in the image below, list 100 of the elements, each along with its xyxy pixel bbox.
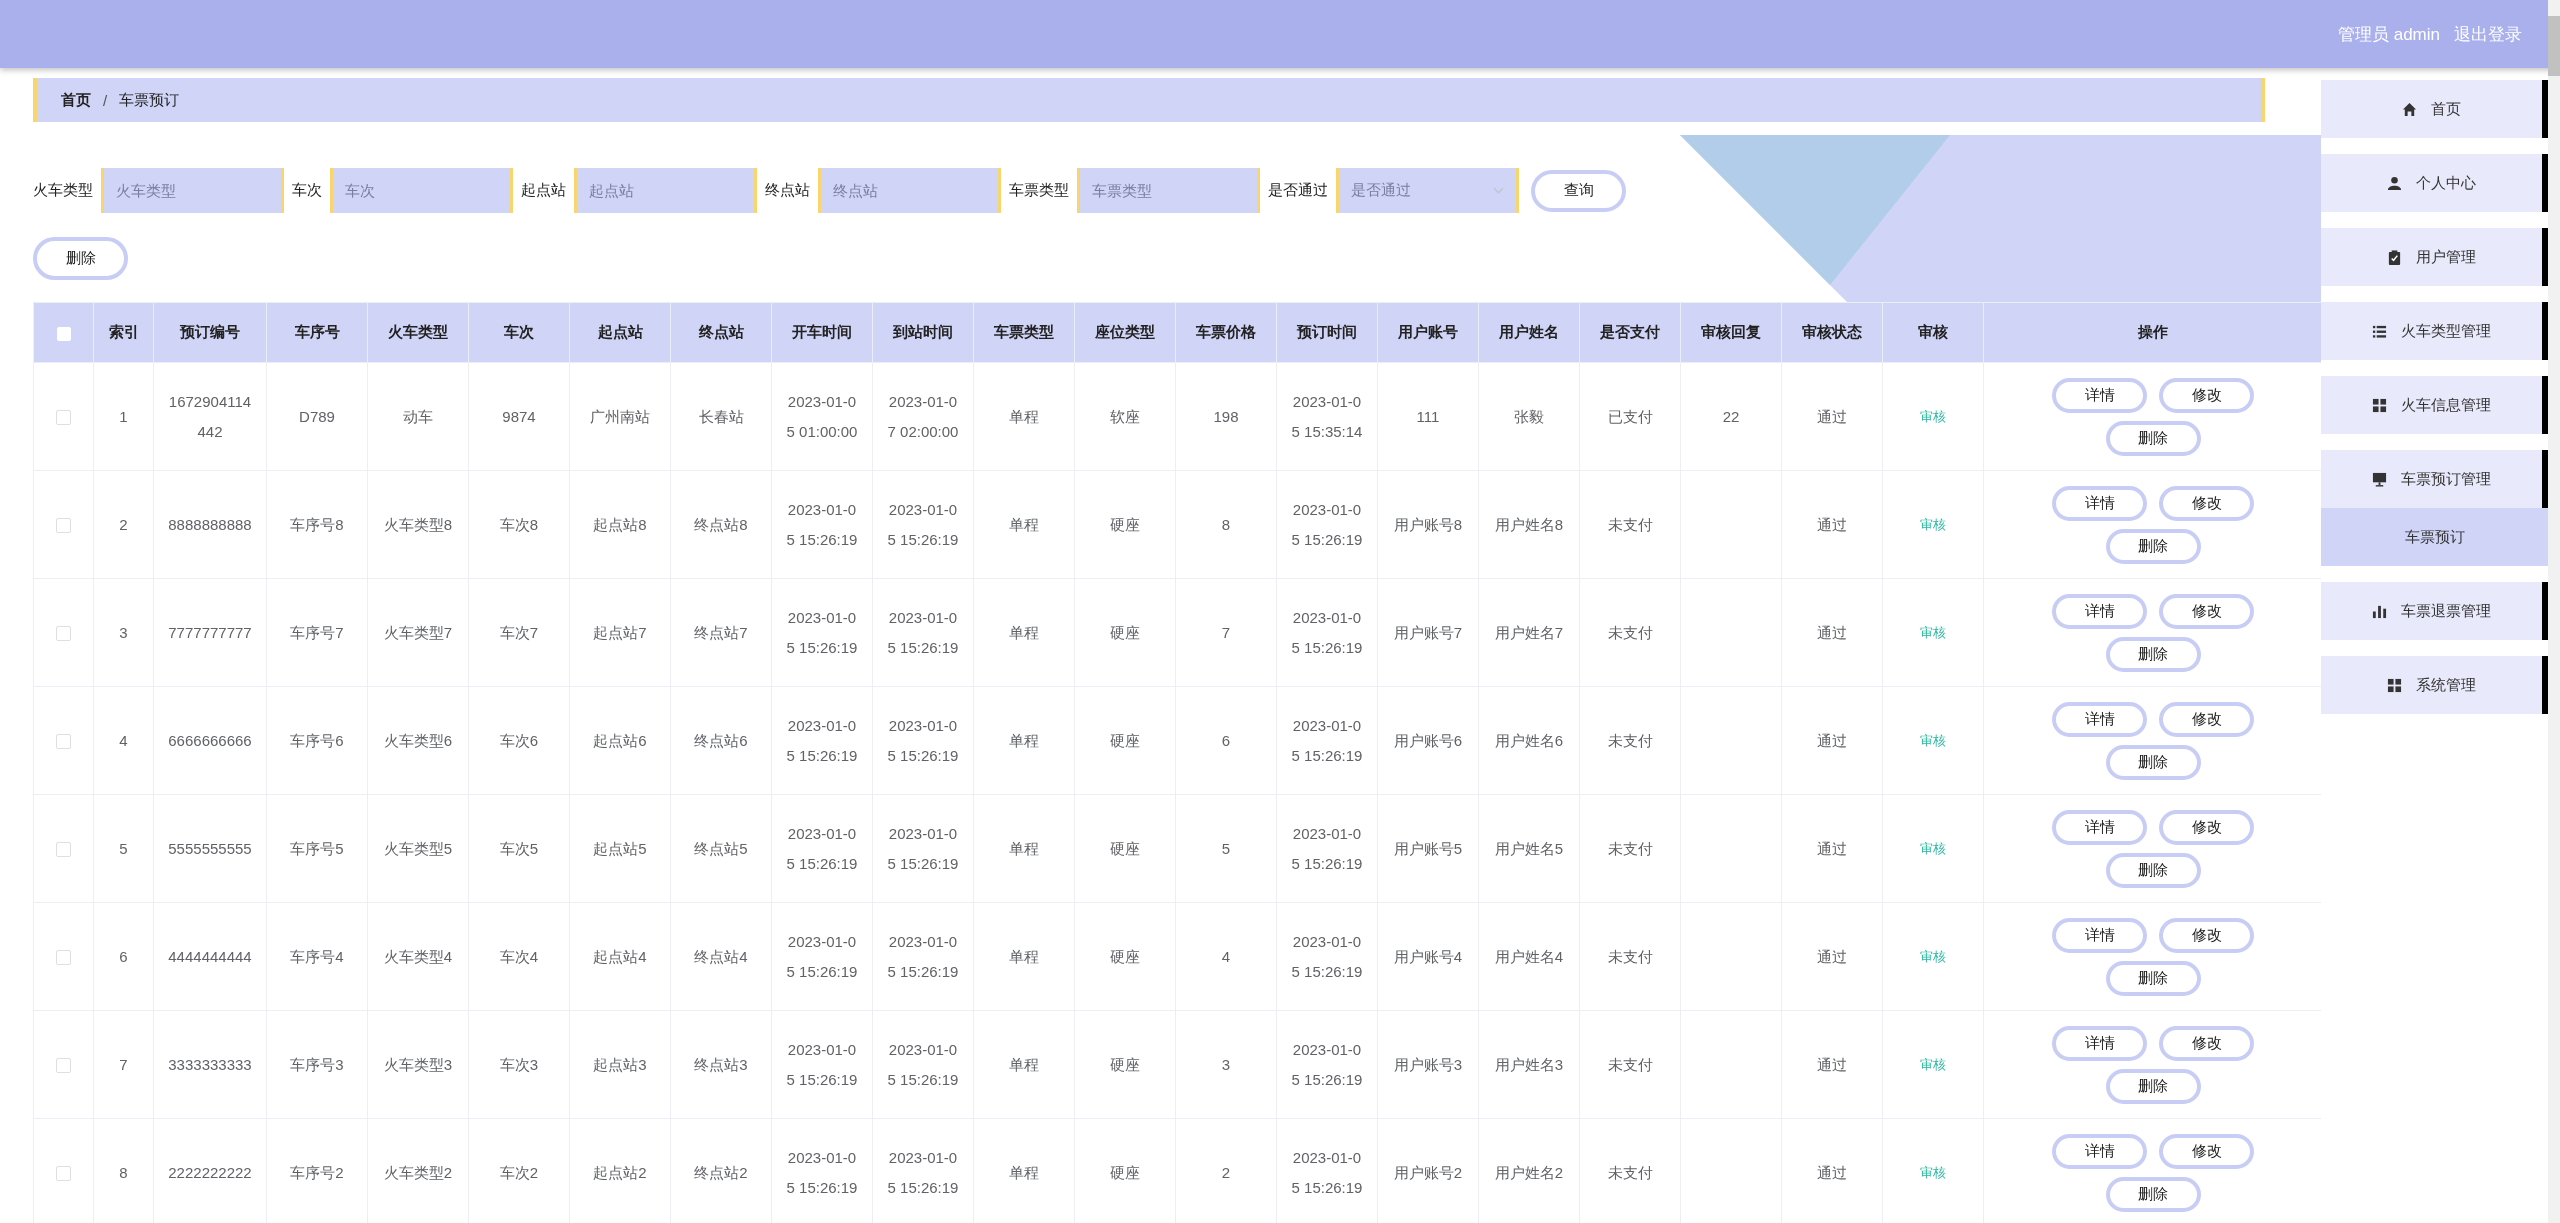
monitor-icon [2372,471,2387,487]
sidebar-item[interactable]: 火车信息管理 [2321,376,2548,434]
table-cell: 2 [1221,1163,1231,1181]
table-cell: 终点站6 [694,731,748,749]
row-checkbox[interactable] [56,842,71,858]
row-action-button[interactable]: 删除 [2105,528,2201,564]
row-action-button[interactable]: 删除 [2105,852,2201,888]
table-cell: 通过 [1817,515,1847,533]
row-checkbox[interactable] [56,626,71,642]
search-button[interactable]: 查询 [1531,169,1626,212]
row-checkbox[interactable] [56,950,71,966]
sidebar-subitem[interactable]: 车票预订 [2321,508,2548,566]
row-checkbox[interactable] [56,518,71,534]
grid-icon [2387,677,2402,693]
filter-input[interactable]: 终点站 [818,168,1001,213]
table-cell: 火车类型3 [383,1055,453,1073]
table-cell: 车次7 [499,623,539,641]
sidebar-item[interactable]: 车票退票管理 [2321,582,2548,640]
table-cell: 用户姓名3 [1494,1055,1564,1073]
table-cell: 5 [1221,839,1231,857]
column-header: 起点站 [569,302,671,363]
row-action-button[interactable]: 修改 [2159,377,2254,413]
row-action-button[interactable]: 删除 [2105,420,2201,456]
sidebar-item[interactable]: 用户管理 [2321,228,2548,286]
row-checkbox[interactable] [56,1166,71,1182]
table-cell: 8 [1221,515,1231,533]
column-header: 终点站 [670,302,772,363]
sidebar-item[interactable]: 车票预订管理 [2321,450,2548,508]
table-cell: 单程 [1009,1055,1039,1073]
table-cell: 2023-01-05 15:26:19 [1291,1148,1363,1196]
table-cell: 2023-01-05 01:00:00 [786,392,858,440]
row-action-button[interactable]: 修改 [2159,1133,2254,1169]
table-cell: 2023-01-05 15:26:19 [887,824,959,872]
table-cell: 7 [1221,623,1231,641]
table-cell: 7777777777 [168,623,252,641]
table-cell: 2 [119,515,128,533]
breadcrumb-link[interactable]: 车票预订 [119,90,180,110]
table-cell: 终点站8 [694,515,748,533]
row-action-button[interactable]: 详情 [2052,377,2147,413]
row-action-button[interactable]: 修改 [2159,593,2254,629]
table-cell: 用户姓名7 [1494,623,1564,641]
row-action-button[interactable]: 详情 [2052,485,2147,521]
breadcrumb-link[interactable]: 首页 [61,90,91,110]
row-action-button[interactable]: 删除 [2105,1176,2201,1212]
column-header: 用户姓名 [1478,302,1580,363]
select-all-checkbox[interactable] [56,327,71,341]
row-action-button[interactable]: 修改 [2159,485,2254,521]
table-cell: 2023-01-05 15:26:19 [887,932,959,980]
table-cell: 用户账号8 [1393,515,1463,533]
table-cell: 未支付 [1607,1163,1653,1181]
table-cell: 未支付 [1607,515,1653,533]
breadcrumb-separator: / [103,91,108,109]
row-action-button[interactable]: 删除 [2105,1068,2201,1104]
table-cell: 未支付 [1607,623,1653,641]
column-header: 开车时间 [771,302,873,363]
row-action-button[interactable]: 删除 [2105,636,2201,672]
row-action-button[interactable]: 详情 [2052,917,2147,953]
row-checkbox[interactable] [56,734,71,750]
row-action-button[interactable]: 删除 [2105,960,2201,996]
filter-input[interactable]: 车票类型 [1077,168,1260,213]
filter-input[interactable]: 起点站 [574,168,757,213]
row-checkbox[interactable] [56,410,71,426]
row-action-button[interactable]: 详情 [2052,593,2147,629]
sidebar-item[interactable]: 首页 [2321,80,2548,138]
table-cell: 通过 [1817,731,1847,749]
row-action-button[interactable]: 修改 [2159,1025,2254,1061]
table-cell: 2023-01-05 15:26:19 [786,608,858,656]
table-cell: 22 [1722,407,1740,425]
table-cell: 广州南站 [590,407,650,425]
table-cell: 2023-01-05 15:26:19 [786,500,858,548]
table-cell: 2023-01-05 15:26:19 [1291,932,1363,980]
row-action-button[interactable]: 详情 [2052,1133,2147,1169]
table-cell: 用户姓名2 [1494,1163,1564,1181]
delete-button[interactable]: 删除 [33,237,128,280]
filter-input[interactable]: 车次 [330,168,513,213]
table-cell: 4 [119,731,128,749]
filter-label: 是否通过 [1268,181,1328,200]
scrollbar[interactable] [2548,0,2560,1223]
filter-input[interactable]: 火车类型 [101,168,284,213]
row-action-button[interactable]: 详情 [2052,809,2147,845]
column-header: 预订时间 [1276,302,1378,363]
table-cell: 起点站7 [593,623,647,641]
sidebar-item[interactable]: 个人中心 [2321,154,2548,212]
table-cell: 2023-01-05 15:26:19 [786,824,858,872]
column-header: 是否支付 [1579,302,1681,363]
column-header: 座位类型 [1074,302,1176,363]
table-cell: 2023-01-05 15:26:19 [786,932,858,980]
row-action-button[interactable]: 修改 [2159,701,2254,737]
column-header: 预订编号 [153,302,267,363]
table-cell: 通过 [1817,1163,1847,1181]
row-checkbox[interactable] [56,1058,71,1074]
row-action-button[interactable]: 详情 [2052,701,2147,737]
row-action-button[interactable]: 修改 [2159,809,2254,845]
row-action-button[interactable]: 删除 [2105,744,2201,780]
table-cell: 硬座 [1110,839,1140,857]
sidebar-item[interactable]: 火车类型管理 [2321,302,2548,360]
row-action-button[interactable]: 修改 [2159,917,2254,953]
row-action-button[interactable]: 详情 [2052,1025,2147,1061]
sidebar-item[interactable]: 系统管理 [2321,656,2548,714]
table-cell: 通过 [1817,623,1847,641]
